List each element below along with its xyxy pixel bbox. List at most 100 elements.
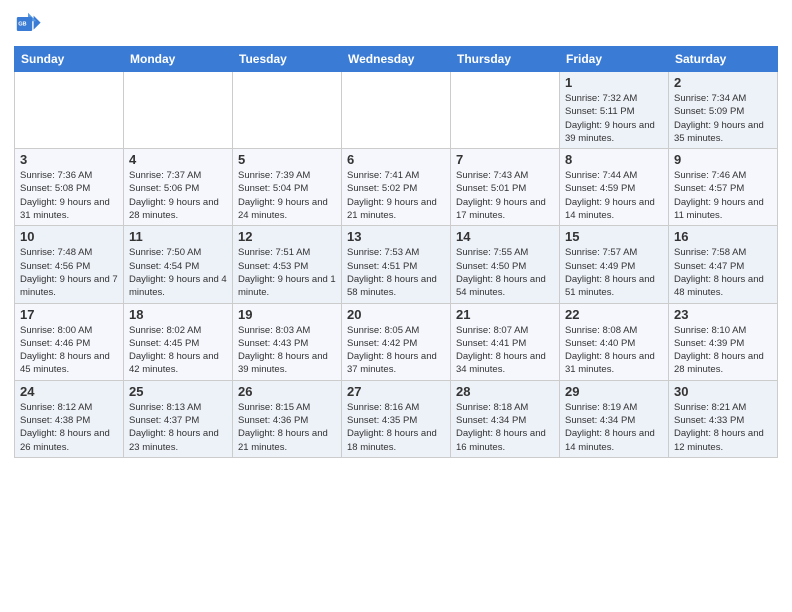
calendar-week-1: 3 Sunrise: 7:36 AM Sunset: 5:08 PM Daylig… xyxy=(15,149,778,226)
day-number: 21 xyxy=(456,307,554,322)
day-info: Sunrise: 8:07 AM Sunset: 4:41 PM Dayligh… xyxy=(456,324,554,377)
day-number: 26 xyxy=(238,384,336,399)
day-number: 7 xyxy=(456,152,554,167)
calendar-header-saturday: Saturday xyxy=(669,47,778,72)
calendar-cell-w3d4: 21 Sunrise: 8:07 AM Sunset: 4:41 PM Dayli… xyxy=(451,303,560,380)
calendar-cell-w2d3: 13 Sunrise: 7:53 AM Sunset: 4:51 PM Dayli… xyxy=(342,226,451,303)
calendar-cell-w1d0: 3 Sunrise: 7:36 AM Sunset: 5:08 PM Daylig… xyxy=(15,149,124,226)
calendar-cell-w2d2: 12 Sunrise: 7:51 AM Sunset: 4:53 PM Dayli… xyxy=(233,226,342,303)
logo: GB xyxy=(14,10,46,38)
day-info: Sunrise: 8:02 AM Sunset: 4:45 PM Dayligh… xyxy=(129,324,227,377)
calendar-cell-w0d1 xyxy=(124,72,233,149)
page: GB SundayMondayTuesdayWednesdayThursdayF… xyxy=(0,0,792,612)
day-info: Sunrise: 7:37 AM Sunset: 5:06 PM Dayligh… xyxy=(129,169,227,222)
day-number: 3 xyxy=(20,152,118,167)
day-number: 20 xyxy=(347,307,445,322)
calendar-cell-w3d5: 22 Sunrise: 8:08 AM Sunset: 4:40 PM Dayli… xyxy=(560,303,669,380)
day-number: 5 xyxy=(238,152,336,167)
calendar-header-wednesday: Wednesday xyxy=(342,47,451,72)
day-info: Sunrise: 7:50 AM Sunset: 4:54 PM Dayligh… xyxy=(129,246,227,299)
calendar-cell-w1d1: 4 Sunrise: 7:37 AM Sunset: 5:06 PM Daylig… xyxy=(124,149,233,226)
day-number: 22 xyxy=(565,307,663,322)
calendar-header-sunday: Sunday xyxy=(15,47,124,72)
day-number: 13 xyxy=(347,229,445,244)
day-number: 14 xyxy=(456,229,554,244)
calendar-cell-w0d5: 1 Sunrise: 7:32 AM Sunset: 5:11 PM Daylig… xyxy=(560,72,669,149)
calendar-cell-w0d6: 2 Sunrise: 7:34 AM Sunset: 5:09 PM Daylig… xyxy=(669,72,778,149)
calendar-cell-w2d6: 16 Sunrise: 7:58 AM Sunset: 4:47 PM Dayli… xyxy=(669,226,778,303)
day-info: Sunrise: 7:48 AM Sunset: 4:56 PM Dayligh… xyxy=(20,246,118,299)
day-info: Sunrise: 8:03 AM Sunset: 4:43 PM Dayligh… xyxy=(238,324,336,377)
day-info: Sunrise: 8:08 AM Sunset: 4:40 PM Dayligh… xyxy=(565,324,663,377)
day-number: 24 xyxy=(20,384,118,399)
calendar-week-0: 1 Sunrise: 7:32 AM Sunset: 5:11 PM Daylig… xyxy=(15,72,778,149)
calendar-week-4: 24Sunrise: 8:12 AM Sunset: 4:38 PM Dayli… xyxy=(15,380,778,457)
calendar-cell-w4d6: 30 Sunrise: 8:21 AM Sunset: 4:33 PM Dayli… xyxy=(669,380,778,457)
day-info: Sunrise: 7:36 AM Sunset: 5:08 PM Dayligh… xyxy=(20,169,118,222)
day-info: Sunrise: 8:19 AM Sunset: 4:34 PM Dayligh… xyxy=(565,401,663,454)
day-number: 17 xyxy=(20,307,118,322)
calendar-cell-w1d5: 8 Sunrise: 7:44 AM Sunset: 4:59 PM Daylig… xyxy=(560,149,669,226)
calendar-cell-w0d4 xyxy=(451,72,560,149)
day-number: 12 xyxy=(238,229,336,244)
calendar-cell-w4d4: 28Sunrise: 8:18 AM Sunset: 4:34 PM Dayli… xyxy=(451,380,560,457)
day-info: Sunrise: 7:46 AM Sunset: 4:57 PM Dayligh… xyxy=(674,169,772,222)
day-number: 1 xyxy=(565,75,663,90)
day-number: 16 xyxy=(674,229,772,244)
day-info: Sunrise: 7:43 AM Sunset: 5:01 PM Dayligh… xyxy=(456,169,554,222)
day-info: Sunrise: 8:13 AM Sunset: 4:37 PM Dayligh… xyxy=(129,401,227,454)
calendar-cell-w2d4: 14 Sunrise: 7:55 AM Sunset: 4:50 PM Dayli… xyxy=(451,226,560,303)
calendar-cell-w1d2: 5Sunrise: 7:39 AM Sunset: 5:04 PM Daylig… xyxy=(233,149,342,226)
day-number: 25 xyxy=(129,384,227,399)
day-info: Sunrise: 7:58 AM Sunset: 4:47 PM Dayligh… xyxy=(674,246,772,299)
calendar-cell-w4d5: 29 Sunrise: 8:19 AM Sunset: 4:34 PM Dayli… xyxy=(560,380,669,457)
day-number: 29 xyxy=(565,384,663,399)
day-info: Sunrise: 7:41 AM Sunset: 5:02 PM Dayligh… xyxy=(347,169,445,222)
day-info: Sunrise: 7:55 AM Sunset: 4:50 PM Dayligh… xyxy=(456,246,554,299)
calendar-cell-w3d1: 18 Sunrise: 8:02 AM Sunset: 4:45 PM Dayli… xyxy=(124,303,233,380)
day-info: Sunrise: 8:10 AM Sunset: 4:39 PM Dayligh… xyxy=(674,324,772,377)
calendar-header-thursday: Thursday xyxy=(451,47,560,72)
calendar-header-friday: Friday xyxy=(560,47,669,72)
calendar-cell-w1d3: 6 Sunrise: 7:41 AM Sunset: 5:02 PM Daylig… xyxy=(342,149,451,226)
day-number: 4 xyxy=(129,152,227,167)
logo-icon: GB xyxy=(14,10,42,38)
calendar-week-3: 17 Sunrise: 8:00 AM Sunset: 4:46 PM Dayli… xyxy=(15,303,778,380)
calendar-cell-w0d0 xyxy=(15,72,124,149)
day-info: Sunrise: 7:34 AM Sunset: 5:09 PM Dayligh… xyxy=(674,92,772,145)
day-info: Sunrise: 8:16 AM Sunset: 4:35 PM Dayligh… xyxy=(347,401,445,454)
svg-text:GB: GB xyxy=(18,21,26,27)
calendar-table: SundayMondayTuesdayWednesdayThursdayFrid… xyxy=(14,46,778,458)
day-info: Sunrise: 7:32 AM Sunset: 5:11 PM Dayligh… xyxy=(565,92,663,145)
calendar-cell-w1d6: 9 Sunrise: 7:46 AM Sunset: 4:57 PM Daylig… xyxy=(669,149,778,226)
day-number: 19 xyxy=(238,307,336,322)
day-number: 18 xyxy=(129,307,227,322)
calendar-cell-w3d0: 17 Sunrise: 8:00 AM Sunset: 4:46 PM Dayli… xyxy=(15,303,124,380)
day-info: Sunrise: 8:15 AM Sunset: 4:36 PM Dayligh… xyxy=(238,401,336,454)
day-info: Sunrise: 7:44 AM Sunset: 4:59 PM Dayligh… xyxy=(565,169,663,222)
day-number: 28 xyxy=(456,384,554,399)
calendar-header-tuesday: Tuesday xyxy=(233,47,342,72)
day-info: Sunrise: 8:05 AM Sunset: 4:42 PM Dayligh… xyxy=(347,324,445,377)
calendar-cell-w1d4: 7 Sunrise: 7:43 AM Sunset: 5:01 PM Daylig… xyxy=(451,149,560,226)
day-number: 9 xyxy=(674,152,772,167)
calendar-header-row: SundayMondayTuesdayWednesdayThursdayFrid… xyxy=(15,47,778,72)
day-number: 6 xyxy=(347,152,445,167)
day-number: 11 xyxy=(129,229,227,244)
calendar-cell-w3d2: 19 Sunrise: 8:03 AM Sunset: 4:43 PM Dayli… xyxy=(233,303,342,380)
day-number: 30 xyxy=(674,384,772,399)
day-info: Sunrise: 7:57 AM Sunset: 4:49 PM Dayligh… xyxy=(565,246,663,299)
day-info: Sunrise: 8:00 AM Sunset: 4:46 PM Dayligh… xyxy=(20,324,118,377)
day-number: 10 xyxy=(20,229,118,244)
calendar-cell-w2d0: 10 Sunrise: 7:48 AM Sunset: 4:56 PM Dayli… xyxy=(15,226,124,303)
calendar-cell-w4d0: 24Sunrise: 8:12 AM Sunset: 4:38 PM Dayli… xyxy=(15,380,124,457)
day-info: Sunrise: 7:53 AM Sunset: 4:51 PM Dayligh… xyxy=(347,246,445,299)
calendar-cell-w2d5: 15Sunrise: 7:57 AM Sunset: 4:49 PM Dayli… xyxy=(560,226,669,303)
calendar-cell-w4d1: 25 Sunrise: 8:13 AM Sunset: 4:37 PM Dayli… xyxy=(124,380,233,457)
day-info: Sunrise: 8:21 AM Sunset: 4:33 PM Dayligh… xyxy=(674,401,772,454)
day-number: 2 xyxy=(674,75,772,90)
day-number: 8 xyxy=(565,152,663,167)
header: GB xyxy=(14,10,778,38)
day-info: Sunrise: 7:51 AM Sunset: 4:53 PM Dayligh… xyxy=(238,246,336,299)
calendar-cell-w2d1: 11 Sunrise: 7:50 AM Sunset: 4:54 PM Dayli… xyxy=(124,226,233,303)
